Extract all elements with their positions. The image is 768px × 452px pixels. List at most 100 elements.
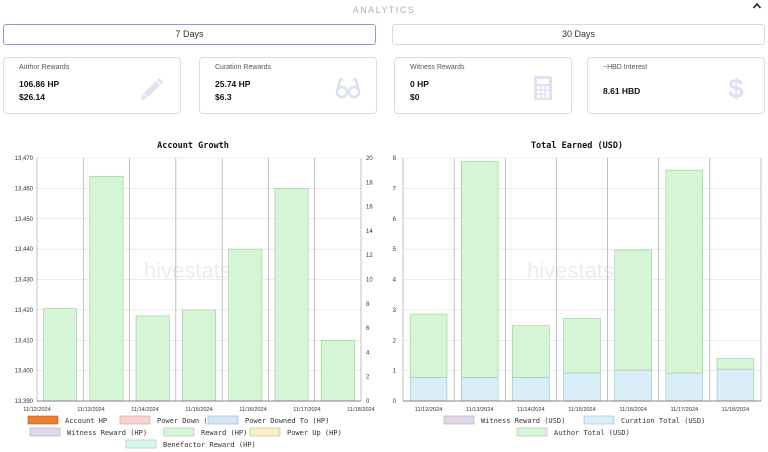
legend-label: Benefactor Reward (HP) (163, 441, 256, 449)
card-value: 8.61 HBD (603, 86, 641, 96)
legend-label: Curation Total (USD) (621, 417, 705, 425)
witness-rewards-card: Witness Rewards 0 HP $0 (394, 57, 572, 114)
y-right-tick-label: 10 (366, 278, 373, 284)
y-tick-label: 8 (393, 156, 397, 162)
analytics-header[interactable]: ANALYTICS (0, 0, 768, 15)
x-tick-label: 11/14/2024 (131, 407, 159, 413)
bar (461, 161, 499, 378)
y-right-tick-label: 16 (366, 205, 373, 211)
bar (512, 325, 550, 378)
y-right-tick-label: 18 (366, 180, 373, 186)
author-rewards-card: Author Rewards 106.86 HP $26.14 (3, 57, 181, 114)
card-value-hp: 0 HP (410, 79, 429, 89)
card-label: ~HBD Interest (603, 64, 648, 71)
range-7-days-button[interactable]: 7 Days (3, 24, 376, 45)
x-tick-label: 11/18/2024 (722, 407, 750, 413)
y-left-tick-label: 13,420 (15, 308, 34, 314)
bar (409, 377, 448, 402)
bar (182, 309, 216, 402)
x-tick-label: 11/14/2024 (517, 407, 545, 413)
svg-text:$: $ (728, 74, 744, 102)
y-right-tick-label: 2 (366, 375, 370, 381)
bar (409, 313, 448, 378)
legend-swatch (516, 427, 548, 437)
x-tick-label: 11/12/2024 (23, 407, 51, 413)
x-tick-label: 11/13/2024 (466, 407, 494, 413)
card-value-usd: $6.3 (215, 92, 232, 102)
y-tick-label: 5 (393, 247, 397, 253)
y-left-tick-label: 13,410 (15, 338, 34, 344)
x-tick-label: 11/16/2024 (239, 407, 267, 413)
legend-label: Account HP (65, 417, 107, 425)
bar (716, 358, 755, 370)
bar (461, 377, 499, 402)
y-right-tick-label: 8 (366, 302, 370, 308)
legend-swatch (249, 427, 281, 437)
legend: Witness Reward (USD) Curation Total (USD)… (443, 415, 705, 437)
legend-label: Power Downed To (HP) (245, 417, 329, 425)
y-right-tick-label: 6 (366, 326, 370, 332)
y-tick-label: 7 (393, 186, 397, 192)
y-right-tick-label: 12 (366, 253, 373, 259)
legend-swatch (27, 415, 59, 425)
legend-swatch (125, 439, 157, 449)
pencil-icon (141, 78, 163, 100)
range-30-days-button[interactable]: 30 Days (392, 24, 765, 45)
y-tick-label: 1 (393, 369, 397, 375)
x-tick-label: 11/15/2024 (185, 407, 213, 413)
y-right-tick-label: 4 (366, 350, 370, 356)
card-label: Witness Rewards (410, 64, 465, 71)
chevron-up-icon[interactable] (752, 1, 762, 11)
y-left-tick-label: 13,460 (15, 186, 34, 192)
y-tick-label: 6 (393, 217, 397, 223)
legend-swatch (583, 415, 615, 425)
bar (89, 175, 124, 402)
legend-label: Author Total (USD) (554, 429, 630, 437)
y-left-tick-label: 13,400 (15, 369, 34, 375)
legend-swatch (29, 427, 61, 437)
card-value-usd: $0 (410, 92, 420, 102)
y-right-tick-label: 20 (366, 156, 373, 162)
legend-label: Reward (HP) (201, 429, 247, 437)
legend-swatch (207, 415, 239, 425)
dollar-icon: $ (728, 74, 744, 102)
legend-label: Witness Reward (HP) (67, 429, 147, 437)
x-tick-label: 11/17/2024 (670, 407, 698, 413)
y-right-tick-label: 0 (366, 399, 370, 405)
y-left-tick-label: 13,470 (15, 156, 34, 162)
x-tick-label: 11/17/2024 (293, 407, 321, 413)
y-right-tick-label: 14 (366, 229, 373, 235)
x-tick-label: 11/18/2024 (347, 407, 375, 413)
x-tick-label: 11/16/2024 (619, 407, 647, 413)
bar (614, 249, 652, 371)
legend-swatch (443, 415, 475, 425)
chart-title: Total Earned (USD) (530, 141, 624, 151)
y-left-tick-label: 13,390 (15, 399, 34, 405)
legend: Account HP Power Down (HP) Power Downed To… (27, 415, 342, 449)
bar (665, 169, 703, 374)
hbd-interest-card: ~HBD Interest 8.61 HBD $ (587, 57, 765, 114)
card-value-hp: 25.74 HP (215, 79, 251, 89)
bar (512, 377, 550, 402)
bar (563, 372, 601, 402)
x-tick-label: 11/13/2024 (77, 407, 105, 413)
account-growth-chart: hivestats.io13,39013,40013,41013,42013,4… (15, 156, 375, 449)
y-left-tick-label: 13,430 (15, 278, 34, 284)
bar (614, 369, 652, 402)
section-title: ANALYTICS (352, 5, 416, 15)
bar (274, 188, 309, 402)
total-earned-chart: hivestats.io01234567811/12/2024 11/13/202… (393, 156, 762, 437)
y-tick-label: 0 (393, 399, 397, 405)
y-tick-label: 2 (393, 338, 397, 344)
bar (320, 339, 355, 402)
bar (665, 372, 703, 402)
y-tick-label: 3 (393, 308, 397, 314)
bar (563, 318, 601, 374)
bar (135, 315, 170, 402)
card-value-hp: 106.86 HP (19, 79, 60, 89)
y-left-tick-label: 13,440 (15, 247, 34, 253)
y-left-tick-label: 13,450 (15, 217, 34, 223)
card-value-usd: $26.14 (19, 92, 45, 102)
bar (716, 368, 755, 402)
x-tick-label: 11/15/2024 (568, 407, 596, 413)
